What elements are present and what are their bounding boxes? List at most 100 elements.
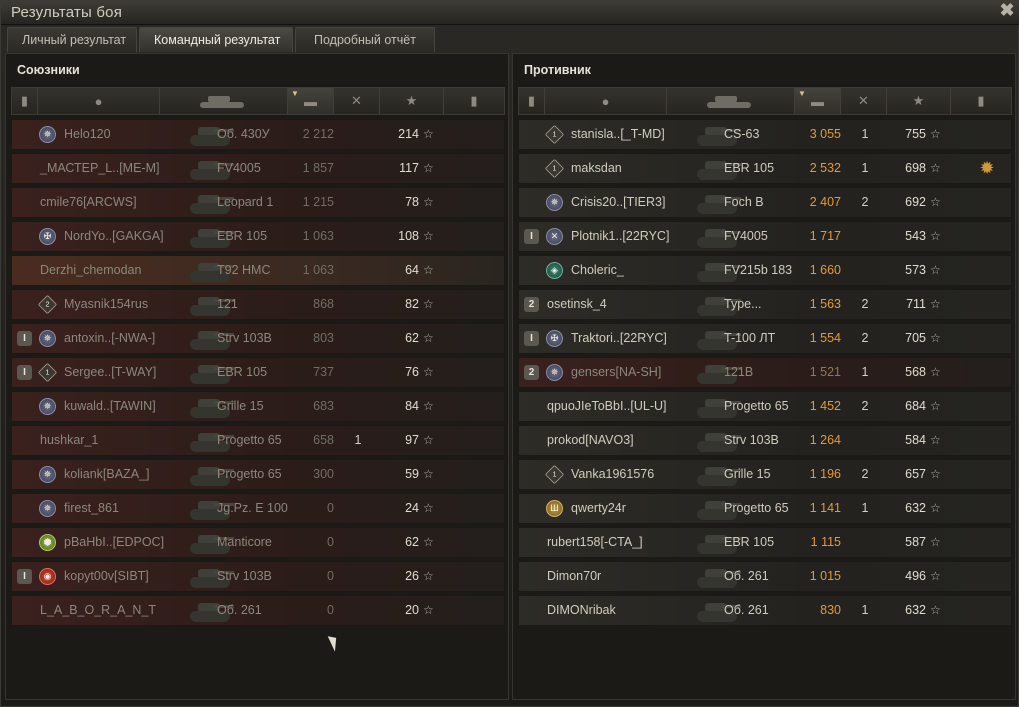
player-icon[interactable]: ●: [545, 88, 667, 114]
star-icon: ☆: [423, 467, 434, 481]
xp-value: 587: [905, 535, 926, 549]
player-row[interactable]: I ✵ antoxin..[-NWA-] Strv 103B 803 62 ☆: [11, 323, 505, 354]
platoon-icon[interactable]: ▮: [12, 88, 38, 114]
damage-icon[interactable]: ▼ ▬: [795, 88, 841, 114]
player-row[interactable]: ✠ NordYo..[GAKGA] EBR 105 1 063 108 ☆: [11, 221, 505, 252]
player-row[interactable]: Derzhi_chemodan T92 HMC 1 063 64 ☆: [11, 255, 505, 286]
player-row[interactable]: L_A_B_O_R_A_N_T Об. 261 0 20 ☆: [11, 595, 505, 626]
kills-value: [856, 562, 874, 591]
player-row[interactable]: hushkar_1 Progetto 65 658 1 97 ☆: [11, 425, 505, 456]
xp-star-icon[interactable]: ★: [887, 88, 951, 114]
star-icon: ☆: [930, 535, 941, 549]
medal-icon[interactable]: ✹: [975, 154, 999, 183]
player-row[interactable]: cmile76[ARCWS] Leopard 1 1 215 78 ☆: [11, 187, 505, 218]
kills-value: [856, 256, 874, 285]
player-row[interactable]: ✵ firest_861 Jg.Pz. E 100 0 24 ☆: [11, 493, 505, 524]
star-icon: ☆: [930, 365, 941, 379]
player-row[interactable]: 2 Myasnik154rus 121 868 82 ☆: [11, 289, 505, 320]
player-name: gensers[NA-SH]: [571, 365, 662, 379]
damage-value: 1 660: [809, 263, 841, 277]
platoon-badge: I: [17, 569, 32, 584]
xp-value: 632: [905, 501, 926, 515]
player-name: Sergee..[T-WAY]: [64, 365, 157, 379]
medal-icon[interactable]: ▮: [951, 88, 1011, 114]
player-row[interactable]: prokod[NAVO3] Strv 103B 1 264 584 ☆: [518, 425, 1012, 456]
xp-value: 82: [405, 297, 419, 311]
star-icon: ☆: [423, 263, 434, 277]
player-row[interactable]: 2 osetinsk_4 Type... 1 563 2 711 ☆: [518, 289, 1012, 320]
player-row[interactable]: 2 ✵ gensers[NA-SH] 121B 1 521 1 568 ☆: [518, 357, 1012, 388]
star-icon: ☆: [423, 569, 434, 583]
player-name: pBaHbI..[EDPOC]: [64, 535, 165, 549]
star-icon: ☆: [930, 603, 941, 617]
player-row[interactable]: Шqwerty24r Progetto 65 1 141 1 632 ☆: [518, 493, 1012, 524]
vehicle-name: T92 HMC: [217, 263, 271, 277]
damage-value: 1 857: [302, 161, 334, 175]
player-name: qpuoJIeToBbI..[UL-U]: [547, 399, 667, 413]
player-row[interactable]: I 1 Sergee..[T-WAY] EBR 105 737 76 ☆: [11, 357, 505, 388]
damage-value: 1 452: [809, 399, 841, 413]
player-row[interactable]: I ✠ Traktori..[22RYC] T-100 ЛТ 1 554 2 705 ☆: [518, 323, 1012, 354]
rank-badge-icon: 1: [544, 464, 565, 485]
damage-value: 1 563: [809, 297, 841, 311]
player-name: _МАСТЕР_L..[ME-M]: [40, 161, 160, 175]
kills-icon[interactable]: ✕: [841, 88, 887, 114]
player-row[interactable]: _МАСТЕР_L..[ME-M] FV4005 1 857 117 ☆: [11, 153, 505, 184]
player-row[interactable]: ✵ Helo120 Об. 430У 2 212 214 ☆: [11, 119, 505, 150]
vehicle-icon[interactable]: [667, 88, 795, 114]
enemies-list: 1 stanisla..[_T-MD] CS-63 3 055 1 755 ☆ 1 maksda…: [518, 119, 1012, 629]
player-row[interactable]: DIMONribak Об. 261 830 1 632 ☆: [518, 595, 1012, 626]
xp-value: 214: [398, 127, 419, 141]
platoon-badge: 2: [524, 365, 539, 380]
medal-icon[interactable]: ▮: [444, 88, 504, 114]
player-row[interactable]: rubert158[-CTA_] EBR 105 1 115 587 ☆: [518, 527, 1012, 558]
xp-value: 705: [905, 331, 926, 345]
player-row[interactable]: ✵ Crisis20..[TIER3] Foch B 2 407 2 692 ☆: [518, 187, 1012, 218]
player-row[interactable]: I ✕ Plotnik1..[22RYC] FV4005 1 717 543 ☆: [518, 221, 1012, 252]
xp-value: 568: [905, 365, 926, 379]
vehicle-name: Leopard 1: [217, 195, 274, 209]
player-name: kuwald..[TAWIN]: [64, 399, 156, 413]
xp-value: 632: [905, 603, 926, 617]
kills-icon[interactable]: ✕: [334, 88, 380, 114]
player-icon[interactable]: ●: [38, 88, 160, 114]
xp-star-icon[interactable]: ★: [380, 88, 444, 114]
player-row[interactable]: Dimon70r Об. 261 1 015 496 ☆: [518, 561, 1012, 592]
player-name: kopyt00v[SIBT]: [64, 569, 149, 583]
platoon-badge: I: [524, 331, 539, 346]
player-row[interactable]: I ◉ kopyt00v[SIBT] Strv 103B 0 26 ☆: [11, 561, 505, 592]
player-row[interactable]: 1 Vanka1961576 Grille 15 1 196 2 657 ☆: [518, 459, 1012, 490]
xp-value: 64: [405, 263, 419, 277]
player-row[interactable]: ✵ kuwald..[TAWIN] Grille 15 683 84 ☆: [11, 391, 505, 422]
close-icon[interactable]: ✖: [998, 1, 1016, 19]
kills-value: [349, 324, 367, 353]
rank-badge-icon: ✠: [39, 228, 56, 245]
damage-value: 0: [327, 569, 334, 583]
player-row[interactable]: 1 maksdan EBR 105 2 532 1 698 ☆ ✹: [518, 153, 1012, 184]
vehicle-name: 121B: [724, 365, 754, 379]
player-row[interactable]: qpuoJIeToBbI..[UL-U] Progetto 65 1 452 2 684…: [518, 391, 1012, 422]
tab-team-result[interactable]: Командный результат: [139, 27, 293, 52]
platoon-icon[interactable]: ▮: [519, 88, 545, 114]
xp-value: 573: [905, 263, 926, 277]
player-row[interactable]: 1 stanisla..[_T-MD] CS-63 3 055 1 755 ☆: [518, 119, 1012, 150]
player-name: DIMONribak: [547, 603, 616, 617]
rank-badge-icon: Ш: [546, 500, 563, 517]
damage-value: 683: [313, 399, 334, 413]
star-icon: ☆: [423, 535, 434, 549]
player-name: koliank[BAZA_]: [64, 467, 150, 481]
star-icon: ☆: [423, 399, 434, 413]
kills-value: [349, 494, 367, 523]
tab-personal-result[interactable]: Личный результат: [7, 27, 137, 52]
player-row[interactable]: ⬢ pBaHbI..[EDPOC] Manticore 0 62 ☆: [11, 527, 505, 558]
platoon-badge: I: [17, 331, 32, 346]
tab-bar: Личный результат Командный результат Под…: [7, 27, 437, 53]
vehicle-icon[interactable]: [160, 88, 288, 114]
damage-icon[interactable]: ▼ ▬: [288, 88, 334, 114]
player-row[interactable]: ✵ koliank[BAZA_] Progetto 65 300 59 ☆: [11, 459, 505, 490]
player-row[interactable]: ◈ Choleric_ FV215b 183 1 660 573 ☆: [518, 255, 1012, 286]
tab-detailed-report[interactable]: Подробный отчёт: [295, 27, 435, 52]
damage-value: 1 521: [809, 365, 841, 379]
rank-badge-icon: ◉: [39, 568, 56, 585]
vehicle-name: Type...: [724, 297, 762, 311]
